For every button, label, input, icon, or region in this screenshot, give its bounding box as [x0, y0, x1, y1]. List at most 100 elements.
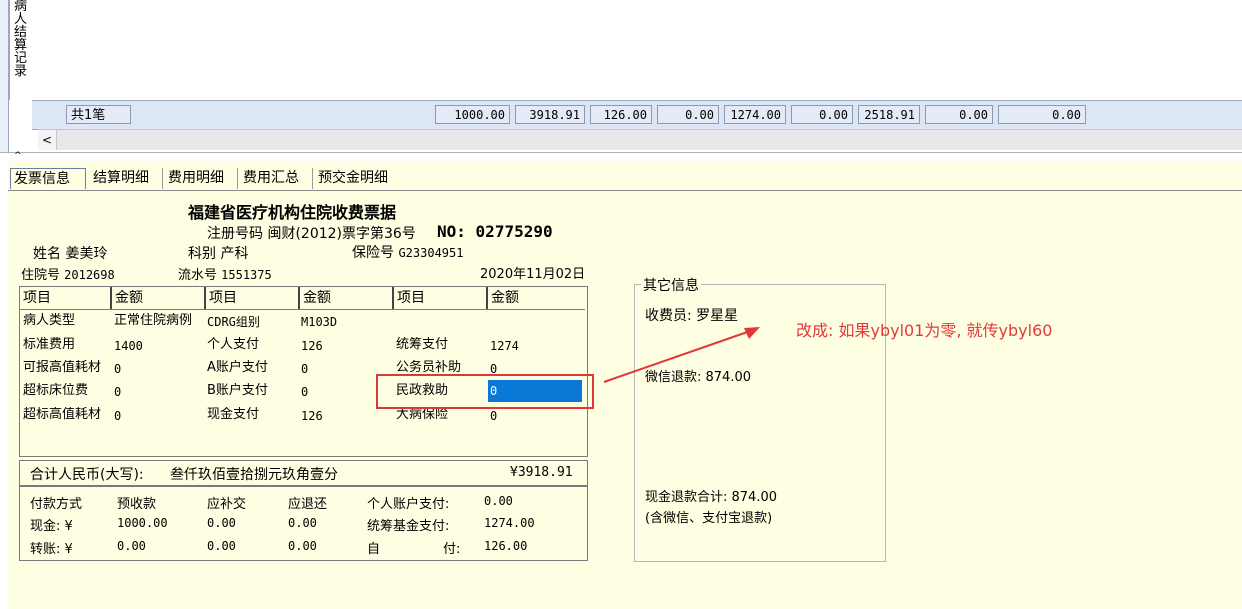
fee-items-header: 项目 金额 项目 金额 项目 金额: [20, 287, 585, 310]
summary-value: 0.00: [925, 105, 993, 124]
collapse-up-icon[interactable]: ^: [14, 152, 22, 161]
settlement-records-grid[interactable]: [32, 0, 1242, 100]
settlement-records-side-label: 病人结算记录: [9, 0, 33, 100]
department-label: 科别: [188, 246, 216, 262]
receipt-number: NO: 02775290: [437, 222, 553, 241]
patient-name-value: 姜美玲: [65, 246, 108, 262]
summary-value: 126.00: [590, 105, 652, 124]
row-label: 病人类型: [23, 313, 76, 328]
cash-refund-note: (含微信、支付宝退款): [645, 511, 773, 526]
cash-label: 现金: ¥: [30, 519, 73, 534]
insurance-value: G23304951: [398, 246, 464, 260]
header-amount: 金额: [300, 287, 394, 309]
header-amount: 金额: [112, 287, 206, 309]
receipt-date: 2020年11月02日: [480, 267, 586, 282]
tab-fee-summary[interactable]: 费用汇总: [240, 168, 313, 189]
grid-summary-row: 共1笔 1000.00 3918.91 126.00 0.00 1274.00 …: [32, 100, 1242, 130]
tab-settlement-detail[interactable]: 结算明细: [90, 168, 163, 189]
serial-value: 1551375: [221, 268, 272, 282]
row-label: CDRG组别: [207, 315, 260, 329]
insurance-number: 保险号 G23304951: [352, 242, 463, 262]
admission-value: 2012698: [64, 268, 115, 282]
summary-value: 2518.91: [858, 105, 920, 124]
header-amount: 金额: [491, 290, 519, 306]
total-label: 合计人民币(大写):: [30, 467, 144, 483]
department: 科别 产科: [188, 243, 248, 263]
self-pay-value: 126.00: [484, 539, 528, 553]
cash-prepaid: 1000.00: [117, 516, 168, 530]
personal-account-value: 0.00: [484, 494, 513, 508]
pay-header-method: 付款方式: [30, 497, 83, 512]
row-value: 正常住院病例: [114, 313, 193, 328]
row-label: 现金支付: [207, 407, 260, 422]
row-value: 126: [301, 409, 323, 423]
self-pay-label-a: 自: [367, 542, 381, 557]
registration-number: 注册号码 闽财(2012)票字第36号: [207, 226, 416, 242]
row-value: 1274: [490, 339, 519, 353]
total-in-words: 叁仟玖佰壹拾捌元玖角壹分: [170, 467, 338, 483]
tab-invoice-info[interactable]: 发票信息: [10, 168, 86, 189]
pool-fund-label: 统筹基金支付:: [367, 519, 450, 534]
personal-account-label: 个人账户支付:: [367, 497, 450, 512]
serial-label: 流水号: [178, 268, 218, 283]
horizontal-scrollbar[interactable]: <: [38, 129, 1242, 150]
summary-value: 0.00: [791, 105, 853, 124]
pool-fund-value: 1274.00: [484, 516, 535, 530]
receipt-no-value: 02775290: [475, 222, 553, 241]
summary-count: 共1笔: [66, 105, 131, 124]
transfer-due: 0.00: [207, 539, 236, 553]
total-amount: ¥3918.91: [510, 465, 573, 480]
summary-value: 1274.00: [724, 105, 786, 124]
tab-fee-detail[interactable]: 费用明细: [165, 168, 238, 189]
chevron-left-icon: <: [41, 133, 53, 147]
left-frame-strip: [0, 0, 9, 152]
transfer-prepaid: 0.00: [117, 539, 146, 553]
fee-items-table: 项目 金额 项目 金额 项目 金额 病人类型 正常住院病例 CDRG组别 M10…: [19, 286, 588, 457]
row-label: 可报高值耗材: [23, 360, 102, 375]
row-value: 0: [114, 409, 122, 423]
row-label: 统筹支付: [396, 337, 449, 352]
row-value: 0: [114, 385, 122, 399]
row-value: 0: [114, 362, 122, 376]
row-label: B账户支付: [207, 383, 268, 398]
summary-value: 0.00: [657, 105, 719, 124]
pay-header-due: 应补交: [207, 497, 247, 512]
summary-value: 1000.00: [435, 105, 510, 124]
summary-value: 0.00: [998, 105, 1086, 124]
admission-label: 住院号: [21, 268, 61, 283]
patient-name: 姓名 姜美玲: [33, 243, 107, 263]
annotation-highlight-box: [376, 374, 594, 409]
row-label: 个人支付: [207, 337, 260, 352]
tab-underline: [8, 190, 1242, 191]
header-item: 项目: [20, 287, 112, 309]
patient-name-label: 姓名: [33, 246, 61, 262]
scroll-left-button[interactable]: <: [38, 130, 57, 150]
cash-refund: 0.00: [288, 516, 317, 530]
admission-number: 住院号 2012698: [21, 264, 115, 283]
pay-header-prepaid: 预收款: [117, 497, 157, 512]
receipt-title: 福建省医疗机构住院收费票据: [188, 203, 397, 222]
department-value: 产科: [220, 246, 249, 262]
row-label: 标准费用: [23, 337, 76, 352]
cash-refund-total: 现金退款合计: 874.00: [645, 490, 777, 505]
annotation-note: 改成: 如果ybyl01为零, 就传ybyl60: [796, 321, 1053, 340]
transfer-refund: 0.00: [288, 539, 317, 553]
row-value: 0: [490, 409, 498, 423]
row-value: 126: [301, 339, 323, 353]
header-item: 项目: [394, 287, 488, 309]
self-pay-label-b: 付:: [443, 542, 461, 557]
row-label: 超标高值耗材: [23, 407, 102, 422]
header-item: 项目: [206, 287, 300, 309]
payment-table: 付款方式 预收款 应补交 应退还 个人账户支付: 0.00 现金: ¥ 1000…: [19, 486, 588, 561]
tab-deposit-detail[interactable]: 预交金明细: [315, 168, 403, 189]
row-label: 超标床位费: [23, 383, 89, 398]
total-amount-bar: 合计人民币(大写): 叁仟玖佰壹拾捌元玖角壹分 ¥3918.91: [19, 460, 588, 486]
insurance-label: 保险号: [352, 245, 394, 261]
transfer-label: 转账: ¥: [30, 542, 73, 557]
row-value: M103D: [301, 315, 338, 329]
pay-header-refund: 应退还: [288, 497, 328, 512]
row-label: 大病保险: [396, 407, 449, 422]
receipt-no-label: NO:: [437, 222, 466, 241]
row-label: A账户支付: [207, 360, 268, 375]
annotation-arrow-icon: [603, 327, 760, 383]
